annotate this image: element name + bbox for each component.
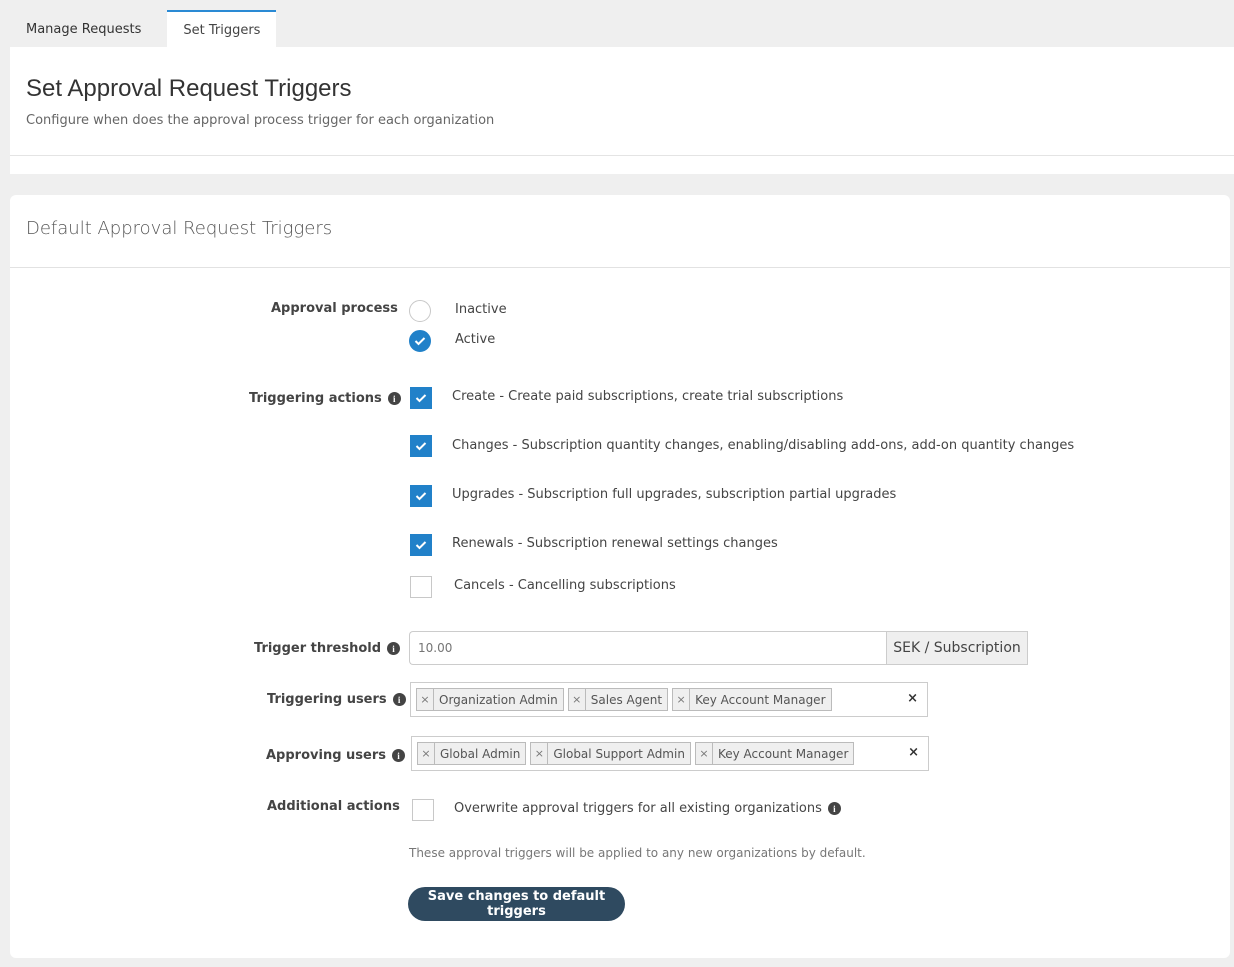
checkbox-create-label: Create - Create paid subscriptions, crea… (452, 389, 844, 404)
header-divider (10, 155, 1234, 156)
additional-actions-label: Additional actions (267, 799, 400, 814)
clear-selection-icon[interactable]: × (908, 745, 919, 760)
checkbox-upgrades[interactable] (410, 485, 432, 507)
approving-users-label: Approving users i (266, 748, 405, 763)
tag-key-account-manager: × Key Account Manager (694, 742, 855, 765)
checkbox-overwrite-label: Overwrite approval triggers for all exis… (454, 801, 841, 816)
checkbox-changes-label: Changes - Subscription quantity changes,… (452, 438, 1075, 453)
triggering-users-label: Triggering users i (267, 692, 406, 707)
tag-label: Global Admin (440, 746, 521, 761)
check-icon (415, 492, 427, 501)
tab-bar: Manage Requests Set Triggers (10, 10, 277, 48)
radio-inactive-label: Inactive (455, 302, 507, 317)
tag-label: Key Account Manager (695, 692, 826, 707)
page-title: Set Approval Request Triggers (26, 75, 352, 102)
check-icon (415, 442, 427, 451)
tag-label: Sales Agent (590, 692, 663, 707)
tag-global-support-admin: × Global Support Admin (530, 742, 691, 765)
info-icon[interactable]: i (387, 392, 401, 405)
trigger-threshold-input[interactable] (409, 631, 887, 665)
triggering-users-label-text: Triggering users (267, 692, 387, 707)
checkbox-changes[interactable] (410, 435, 432, 457)
checkbox-overwrite[interactable] (412, 799, 434, 821)
info-icon[interactable]: i (387, 642, 401, 655)
tag-key-account-manager: × Key Account Manager (672, 688, 832, 711)
radio-active[interactable] (409, 330, 431, 352)
approving-users-select[interactable]: × Global Admin × Global Support Admin × … (411, 736, 929, 771)
overwrite-label-text: Overwrite approval triggers for all exis… (454, 801, 822, 816)
remove-tag-icon[interactable]: × (531, 743, 549, 764)
info-icon[interactable]: i (827, 802, 841, 815)
remove-tag-icon[interactable]: × (569, 689, 586, 710)
check-icon (414, 337, 426, 346)
save-default-triggers-button[interactable]: Save changes to default triggers (408, 887, 625, 921)
default-hint-text: These approval triggers will be applied … (409, 846, 866, 860)
tag-sales-agent: × Sales Agent (567, 688, 669, 711)
header-card: Set Approval Request Triggers Configure … (10, 47, 1234, 174)
info-icon[interactable]: i (392, 693, 406, 706)
clear-selection-icon[interactable]: × (907, 691, 918, 706)
card-divider (10, 267, 1230, 268)
page-subtitle: Configure when does the approval process… (26, 113, 495, 128)
checkbox-renewals-label: Renewals - Subscription renewal settings… (452, 536, 778, 551)
check-icon (415, 394, 427, 403)
remove-tag-icon[interactable]: × (696, 743, 713, 764)
info-icon[interactable]: i (392, 749, 405, 762)
checkbox-cancels-label: Cancels - Cancelling subscriptions (454, 578, 676, 593)
tag-label: Organization Admin (439, 692, 558, 707)
threshold-unit-addon: SEK / Subscription (886, 631, 1028, 665)
tab-manage-requests[interactable]: Manage Requests (10, 10, 157, 48)
tag-label: Global Support Admin (553, 746, 685, 761)
card-title: Default Approval Request Triggers (26, 218, 333, 239)
trigger-threshold-label-text: Trigger threshold (254, 641, 382, 656)
remove-tag-icon[interactable]: × (418, 743, 435, 764)
triggering-users-select[interactable]: × Organization Admin × Sales Agent × Key… (410, 682, 928, 717)
triggering-actions-label-text: Triggering actions (249, 391, 382, 406)
additional-actions-label-text: Additional actions (267, 799, 400, 814)
radio-active-label: Active (455, 332, 496, 347)
trigger-threshold-label: Trigger threshold i (254, 641, 401, 656)
remove-tag-icon[interactable]: × (417, 689, 434, 710)
checkbox-create[interactable] (410, 387, 432, 409)
check-icon (415, 541, 427, 550)
tag-global-admin: × Global Admin (417, 742, 527, 765)
approving-users-label-text: Approving users (266, 748, 386, 763)
radio-inactive[interactable] (409, 300, 431, 322)
tag-label: Key Account Manager (717, 746, 849, 761)
default-triggers-card: Default Approval Request Triggers Approv… (10, 195, 1230, 958)
approval-process-label-text: Approval process (271, 301, 398, 316)
tag-organization-admin: × Organization Admin (416, 688, 564, 711)
checkbox-upgrades-label: Upgrades - Subscription full upgrades, s… (452, 487, 897, 502)
triggering-actions-label: Triggering actions i (249, 391, 401, 406)
checkbox-renewals[interactable] (410, 534, 432, 556)
approval-process-label: Approval process (271, 301, 398, 316)
tab-set-triggers[interactable]: Set Triggers (167, 10, 277, 48)
checkbox-cancels[interactable] (410, 576, 432, 598)
remove-tag-icon[interactable]: × (673, 689, 691, 710)
